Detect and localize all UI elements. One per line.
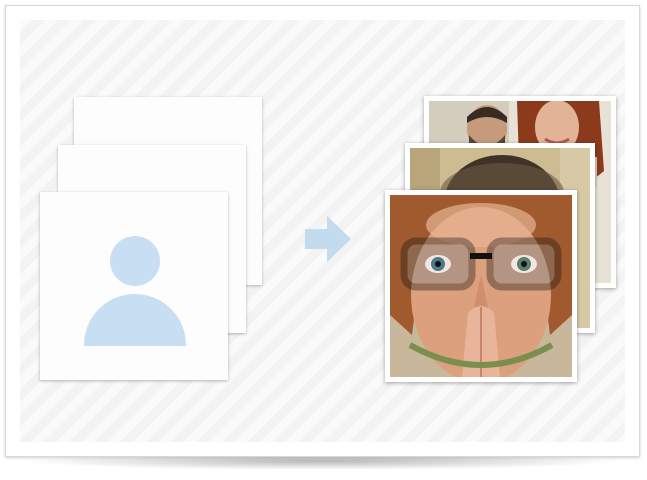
photo-card-front — [385, 190, 577, 382]
woman-with-glasses-photo — [390, 195, 572, 377]
placeholder-card-front — [40, 192, 228, 380]
right-arrow-icon — [305, 216, 351, 262]
user-silhouette-icon-head — [110, 236, 160, 286]
illustration-frame — [5, 5, 640, 457]
user-silhouette-icon-body — [84, 294, 186, 346]
illustration-panel — [20, 20, 625, 442]
